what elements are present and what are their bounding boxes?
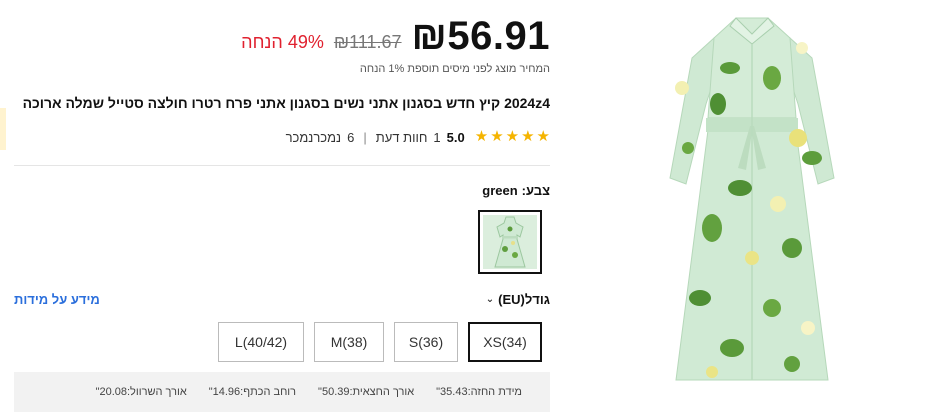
star-icon: ★	[490, 128, 504, 145]
size-label-text: גודל(EU)	[498, 292, 550, 307]
reviews-count: 1	[433, 129, 441, 145]
current-price: ₪56.91	[411, 14, 550, 58]
color-label-text: צבע:	[521, 183, 550, 198]
size-option-s[interactable]: S(36)	[394, 322, 458, 362]
size-row: גודל(EU) ⌄ מידע על מידות	[14, 292, 550, 310]
measurement-bust: מידת החזה:35.43"	[436, 386, 522, 398]
tax-note: המחיר מוצג לפני מיסים תוספת 1% הנחה	[359, 63, 550, 75]
price-row: ₪56.91 ₪111.67 49% הנחה	[241, 14, 550, 58]
product-image[interactable]	[652, 8, 852, 400]
product-info-panel: ₪56.91 ₪111.67 49% הנחה המחיר מוצג לפני …	[14, 0, 550, 417]
original-price: ₪111.67	[333, 32, 402, 52]
measurement-sleeve: אורך השרוול:20.08"	[95, 386, 187, 398]
size-guide-link[interactable]: מידע על מידות	[14, 292, 100, 307]
dress-thumbnail-icon	[494, 216, 526, 268]
star-icon: ★	[536, 128, 550, 145]
measurement-skirt-length: אורך החצאית:50.39"	[318, 386, 415, 398]
measurements-bar: מידת החזה:35.43" אורך החצאית:50.39" רוחב…	[14, 372, 550, 412]
color-label: צבע: green	[482, 183, 550, 198]
rating-stars: ★ ★ ★ ★ ★	[475, 129, 550, 145]
star-icon: ★	[505, 128, 520, 145]
size-options: XS(34) S(36) M(38) L(40/42)	[218, 322, 542, 362]
measurement-shoulder: רוחב הכתף:14.96"	[208, 386, 297, 398]
rating-score: 5.0	[446, 129, 465, 145]
size-option-l[interactable]: L(40/42)	[218, 322, 304, 362]
size-option-m[interactable]: M(38)	[314, 322, 384, 362]
star-icon: ★	[521, 128, 535, 145]
chevron-down-icon: ⌄	[485, 294, 495, 305]
star-icon: ★	[474, 128, 489, 145]
color-swatch-green[interactable]	[478, 210, 542, 274]
swatch-thumbnail	[483, 215, 537, 269]
divider	[14, 165, 550, 166]
reviews-label: חוות דעת	[375, 129, 428, 145]
discount-badge: 49% הנחה	[241, 32, 324, 52]
size-label[interactable]: גודל(EU) ⌄	[486, 292, 550, 307]
color-value: green	[482, 183, 518, 198]
product-title: 2024z4 קיץ חדש בסגנון אתני נשים בסגנון א…	[22, 95, 550, 111]
sold-label: נמכרנמכר	[285, 129, 342, 145]
rating-row[interactable]: ★ ★ ★ ★ ★ 5.0 1 חוות דעת | 6 נמכרנמכר	[286, 129, 550, 145]
edge-accent	[0, 108, 6, 150]
sold-count: 6	[347, 129, 355, 145]
size-option-xs[interactable]: XS(34)	[468, 322, 542, 362]
separator: |	[363, 129, 367, 145]
